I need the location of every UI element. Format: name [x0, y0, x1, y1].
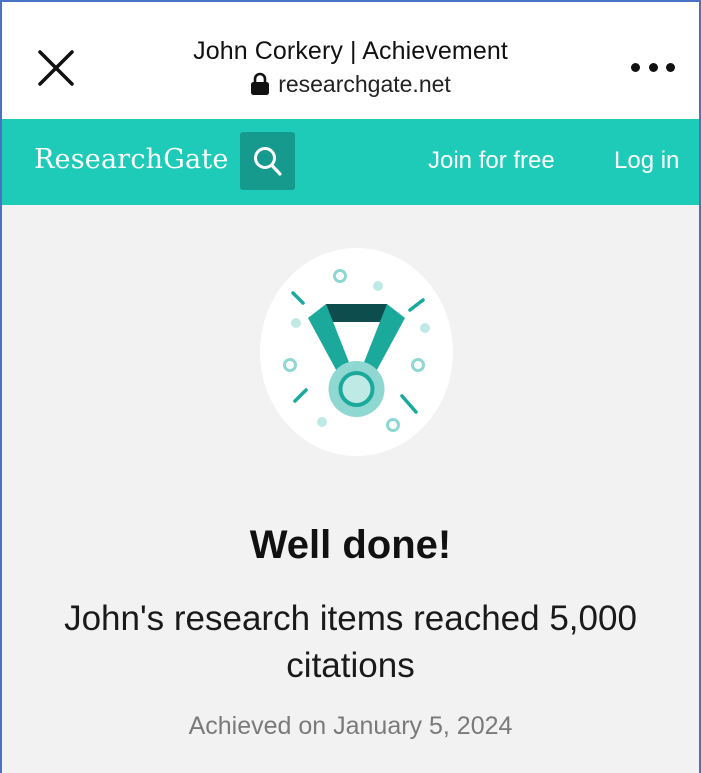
browser-top-bar: John Corkery | Achievement researchgate.… — [2, 2, 699, 119]
log-in-link[interactable]: Log in — [614, 147, 679, 175]
more-dot-icon — [631, 62, 640, 72]
lock-icon — [251, 72, 270, 95]
achievement-headline: Well done! — [249, 523, 452, 567]
url-text: researchgate.net — [278, 71, 451, 97]
url-row[interactable]: researchgate.net — [2, 70, 699, 98]
site-header: ResearchGate Join for free Log in — [2, 119, 699, 205]
browser-title-block: John Corkery | Achievement researchgate.… — [2, 36, 699, 98]
search-icon — [254, 147, 282, 176]
more-dot-icon — [666, 62, 675, 72]
join-for-free-link[interactable]: Join for free — [428, 147, 555, 175]
browser-frame: John Corkery | Achievement researchgate.… — [0, 0, 701, 773]
medal-icon — [260, 248, 453, 456]
achievement-message: John's research items reached 5,000 cita… — [64, 599, 637, 685]
more-options-button[interactable] — [631, 58, 675, 76]
search-button[interactable] — [240, 132, 295, 190]
achievement-panel: Well done! John's research items reached… — [2, 205, 699, 773]
achievement-date: Achieved on January 5, 2024 — [188, 712, 513, 740]
page-title: John Corkery | Achievement — [193, 37, 508, 65]
researchgate-logo[interactable]: ResearchGate — [34, 144, 229, 175]
more-dot-icon — [648, 62, 658, 72]
